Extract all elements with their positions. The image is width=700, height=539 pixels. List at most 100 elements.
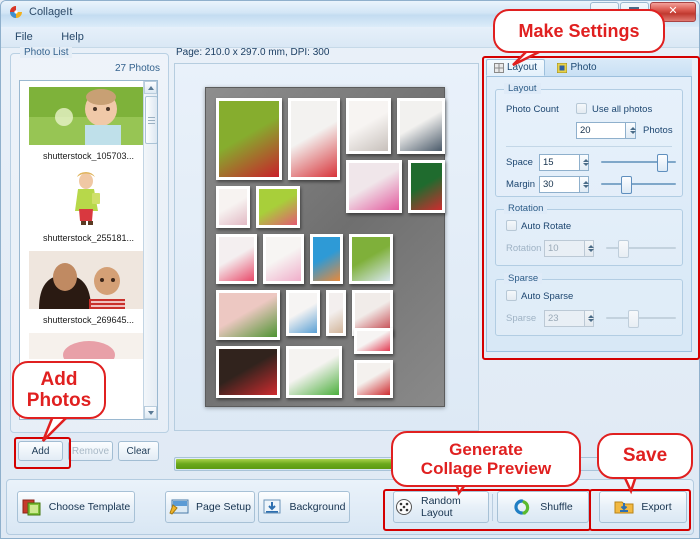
margin-spin-buttons[interactable] bbox=[578, 176, 590, 193]
collage-photo-cell[interactable] bbox=[256, 186, 300, 228]
photos-unit-label: Photos bbox=[643, 125, 673, 136]
collage-photo-cell[interactable] bbox=[310, 234, 343, 284]
collage-photo-cell[interactable] bbox=[397, 98, 445, 154]
collage-photo-image bbox=[357, 331, 390, 351]
add-photos-callout: Add Photos bbox=[12, 361, 106, 419]
collage-preview-area[interactable] bbox=[174, 63, 479, 431]
save-callout: Save bbox=[597, 433, 693, 479]
collage-photo-cell[interactable] bbox=[216, 290, 280, 340]
collage-photo-image bbox=[219, 293, 277, 337]
background-icon bbox=[262, 498, 282, 516]
collage-photo-image bbox=[329, 293, 343, 333]
space-spin-buttons[interactable] bbox=[578, 154, 590, 171]
menu-item-file[interactable]: File bbox=[9, 29, 39, 45]
collage-photo-cell[interactable] bbox=[408, 160, 445, 213]
shuffle-button[interactable]: Shuffle bbox=[497, 491, 589, 523]
photo-thumbnail bbox=[28, 169, 149, 227]
margin-input[interactable] bbox=[539, 176, 579, 193]
title-bar-left: CollageIt bbox=[9, 5, 72, 19]
photo-count-input[interactable] bbox=[576, 122, 626, 139]
list-item[interactable]: shutterstock_255181... bbox=[28, 169, 149, 243]
use-all-photos-checkbox[interactable] bbox=[576, 103, 587, 114]
collage-photo-image bbox=[291, 101, 337, 177]
collage-photo-cell[interactable] bbox=[346, 98, 391, 154]
collage-photo-cell[interactable] bbox=[286, 290, 320, 336]
photo-thumbnail bbox=[28, 333, 149, 369]
choose-template-button[interactable]: Choose Template bbox=[17, 491, 135, 523]
photo-count-text: 27 Photos bbox=[114, 63, 160, 74]
rotation-slider[interactable] bbox=[606, 240, 676, 258]
collage-photo-image bbox=[349, 101, 388, 151]
sparse-stepper[interactable] bbox=[544, 310, 595, 327]
photo-file-name: shutterstock_269645... bbox=[42, 315, 135, 325]
collage-photo-cell[interactable] bbox=[349, 234, 393, 284]
shuffle-label: Shuffle bbox=[540, 501, 573, 513]
sparse-slider[interactable] bbox=[606, 310, 676, 328]
collage-photo-image bbox=[219, 349, 277, 395]
page-info-text: Page: 210.0 x 297.0 mm, DPI: 300 bbox=[176, 47, 330, 58]
rotation-input[interactable] bbox=[544, 240, 584, 257]
sparse-spin-buttons[interactable] bbox=[583, 310, 595, 327]
list-item[interactable]: shutterstock_269645... bbox=[28, 251, 149, 325]
sparse-input[interactable] bbox=[544, 310, 584, 327]
auto-sparse-label: Auto Sparse bbox=[521, 291, 574, 302]
background-button[interactable]: Background bbox=[258, 491, 350, 523]
application-window: CollageIt File Help Photo List 27 Photos bbox=[0, 0, 700, 539]
photo-count-spin-buttons[interactable] bbox=[625, 122, 636, 139]
scrollbar-thumb[interactable] bbox=[145, 96, 157, 144]
collage-photo-image bbox=[259, 189, 297, 225]
collage-photo-cell[interactable] bbox=[346, 160, 402, 213]
collage-canvas[interactable] bbox=[205, 87, 445, 407]
collage-photo-image bbox=[219, 189, 247, 225]
collage-photo-cell[interactable] bbox=[216, 186, 250, 228]
export-label: Export bbox=[641, 501, 672, 513]
rotation-stepper[interactable] bbox=[544, 240, 595, 257]
menu-item-help[interactable]: Help bbox=[55, 29, 90, 45]
collage-photo-cell[interactable] bbox=[216, 234, 257, 284]
collage-photo-image bbox=[313, 237, 340, 281]
space-stepper[interactable] bbox=[539, 154, 590, 171]
make-settings-callout: Make Settings bbox=[493, 9, 665, 53]
collage-photo-cell[interactable] bbox=[354, 360, 393, 398]
collage-photo-image bbox=[357, 363, 390, 395]
auto-sparse-checkbox[interactable] bbox=[506, 290, 517, 301]
auto-rotate-label: Auto Rotate bbox=[521, 221, 572, 232]
collage-photo-image bbox=[266, 237, 301, 281]
clear-button[interactable]: Clear bbox=[118, 441, 159, 461]
collage-photo-cell[interactable] bbox=[354, 328, 393, 354]
collage-photo-cell[interactable] bbox=[263, 234, 304, 284]
margin-label: Margin bbox=[506, 179, 536, 190]
collage-photo-cell[interactable] bbox=[288, 98, 340, 180]
list-item[interactable]: shutterstock_105703... bbox=[28, 87, 149, 161]
page-setup-label: Page Setup bbox=[196, 501, 251, 513]
collage-photo-cell[interactable] bbox=[286, 346, 342, 398]
divider bbox=[506, 146, 672, 147]
collage-photo-image bbox=[400, 101, 442, 151]
use-all-photos-label: Use all photos bbox=[592, 104, 653, 115]
background-label: Background bbox=[289, 501, 346, 513]
rotation-spin-buttons[interactable] bbox=[583, 240, 595, 257]
scroll-down-icon[interactable] bbox=[144, 406, 157, 419]
collage-photo-image bbox=[411, 163, 442, 210]
collage-photo-image bbox=[289, 293, 317, 333]
collage-photo-cell[interactable] bbox=[326, 290, 346, 336]
collage-photo-cell[interactable] bbox=[216, 98, 282, 180]
margin-stepper[interactable] bbox=[539, 176, 590, 193]
page-setup-button[interactable]: Page Setup bbox=[165, 491, 255, 523]
auto-rotate-checkbox[interactable] bbox=[506, 220, 517, 231]
photo-count-label: Photo Count bbox=[506, 104, 559, 115]
page-setup-icon bbox=[169, 498, 189, 516]
space-input[interactable] bbox=[539, 154, 579, 171]
sparse-group-label: Sparse bbox=[504, 273, 543, 284]
collage-photo-cell[interactable] bbox=[216, 346, 280, 398]
collage-photo-image bbox=[219, 101, 279, 177]
space-slider[interactable] bbox=[601, 154, 676, 172]
collage-photo-image bbox=[349, 163, 399, 210]
photo-list-scrollbar[interactable] bbox=[143, 81, 157, 419]
layout-group-label: Layout bbox=[504, 83, 541, 94]
list-item[interactable] bbox=[28, 333, 149, 369]
margin-slider[interactable] bbox=[601, 176, 676, 194]
photo-count-stepper[interactable] bbox=[576, 122, 636, 139]
scroll-up-icon[interactable] bbox=[144, 81, 157, 94]
layout-settings-group: Layout Photo Count Use all photos Photos… bbox=[495, 83, 683, 197]
